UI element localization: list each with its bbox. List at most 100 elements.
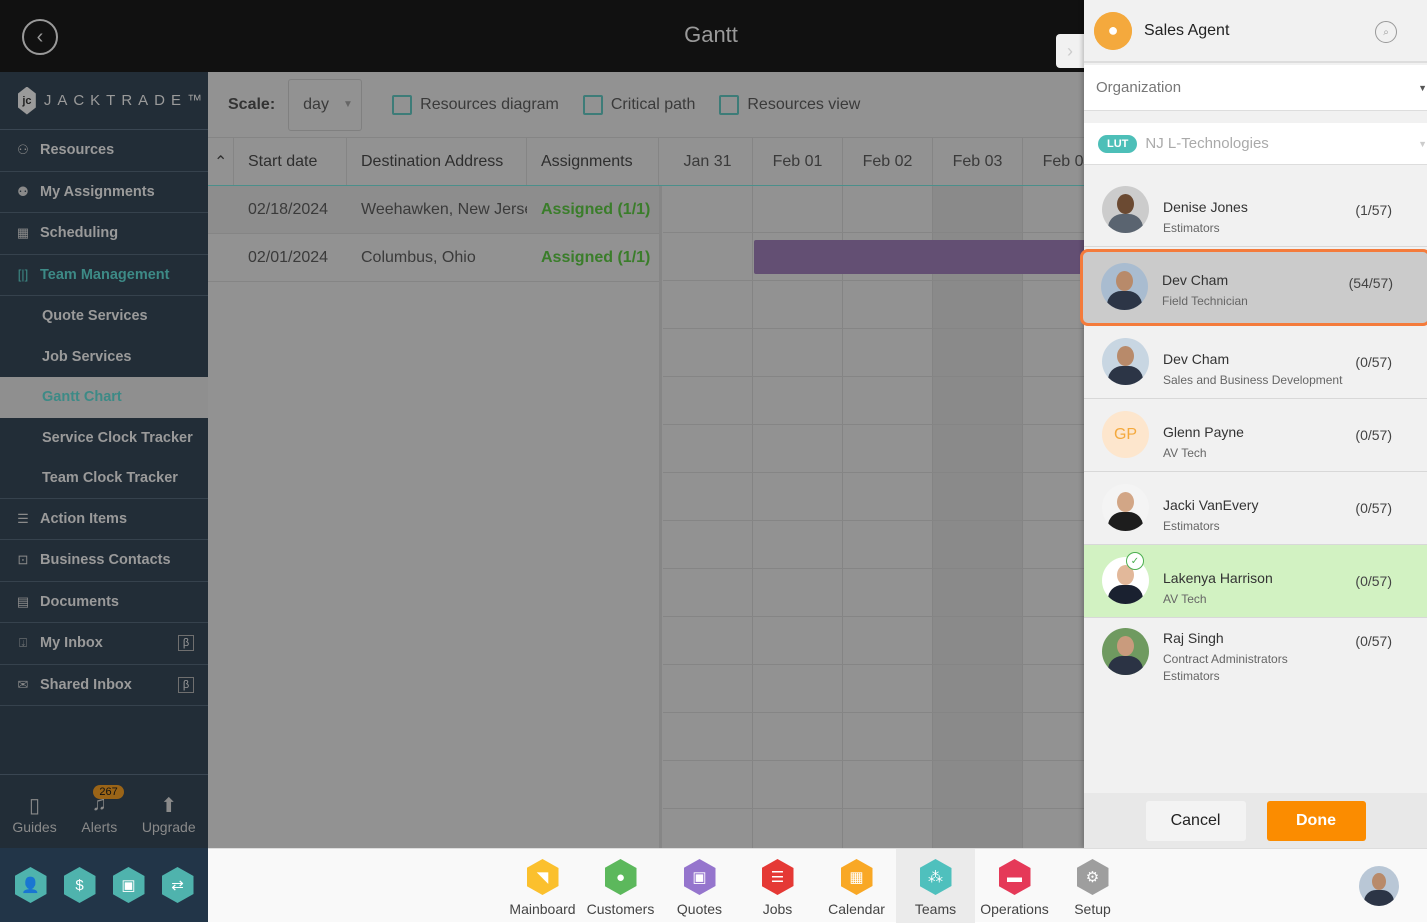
- done-button[interactable]: Done: [1266, 800, 1366, 841]
- checkbox-box: [719, 94, 740, 115]
- people-list: Denise Jones Estimators (1/57) Dev Cham …: [1080, 174, 1427, 698]
- contact-book-icon: ⊡: [17, 552, 29, 568]
- critical-path-checkbox[interactable]: Critical path: [582, 94, 695, 115]
- gantt-main: Scale: day ▼ Resources diagram Critical p…: [208, 72, 1113, 848]
- cancel-button[interactable]: Cancel: [1145, 800, 1246, 841]
- assignment-status-link[interactable]: Assigned (1/1): [541, 234, 650, 281]
- company-select[interactable]: LUT NJ L-Technologies ▼: [1084, 123, 1427, 165]
- checkbox-box: [392, 94, 413, 115]
- alerts-button[interactable]: 267 ♫ Alerts: [81, 784, 124, 835]
- app-bar: ◥ Mainboard ● Customers ▣ Quotes ☰ Jobs ▦ Cal…: [208, 848, 1427, 923]
- caret-down-icon: ▼: [1418, 138, 1427, 149]
- person-count: (54/57): [1348, 275, 1393, 291]
- app-label: Setup: [1074, 901, 1111, 917]
- briefcase-icon: ▬: [998, 859, 1031, 895]
- column-header-assignments[interactable]: Assignments: [527, 138, 659, 185]
- sidebar-item-label: Business Contacts: [40, 552, 171, 569]
- app-quotes[interactable]: ▣ Quotes: [660, 849, 739, 923]
- sidebar-item-my-inbox[interactable]: ⍗ My Inbox β: [0, 623, 208, 665]
- timeline-row: [663, 378, 1084, 425]
- person-name: Dev Cham: [1163, 351, 1230, 367]
- sidebar-subitem-job-services[interactable]: Job Services: [0, 337, 208, 378]
- alerts-count-badge: 267: [93, 784, 124, 799]
- avatar: [1101, 263, 1148, 310]
- panel-collapse-button[interactable]: ›: [1056, 34, 1084, 68]
- user-avatar[interactable]: [1359, 866, 1399, 906]
- app-label: Quotes: [676, 901, 723, 917]
- sidebar: jc JACKTRADE™ ⚇ Resources ⚉ My Assignments…: [0, 72, 208, 848]
- sidebar-item-label: Scheduling: [40, 225, 119, 242]
- jobs-icon: ☰: [761, 859, 794, 895]
- money-icon[interactable]: ▣: [112, 867, 145, 903]
- app-operations[interactable]: ▬ Operations: [975, 849, 1054, 923]
- list-item[interactable]: GP Glenn Payne AV Tech (0/57): [1084, 399, 1427, 472]
- workflow-icon[interactable]: ⇄: [161, 867, 194, 903]
- person-count: (0/57): [1355, 573, 1392, 589]
- quotes-icon: ▣: [683, 859, 716, 895]
- book-icon: ▯: [29, 794, 41, 817]
- table-row[interactable]: 02/18/2024 Weehawken, New Jersey Assigne…: [208, 186, 661, 234]
- app-jobs[interactable]: ☰ Jobs: [738, 849, 817, 923]
- resources-diagram-checkbox[interactable]: Resources diagram: [392, 94, 559, 115]
- gantt-task-bar[interactable]: [754, 240, 1084, 274]
- person-count: (0/57): [1355, 427, 1392, 443]
- column-header-destination[interactable]: Destination Address: [347, 138, 527, 185]
- assignment-status-link[interactable]: Assigned (1/1): [541, 186, 650, 233]
- list-item[interactable]: Jacki VanEvery Estimators (0/57): [1084, 472, 1427, 545]
- sidebar-item-resources[interactable]: ⚇ Resources: [0, 130, 208, 172]
- list-item-highlighted[interactable]: Dev Cham Field Technician (54/57): [1080, 249, 1427, 326]
- grid-splitter-handle[interactable]: [659, 186, 662, 848]
- person-role: Field Technician: [1162, 294, 1248, 308]
- table-row[interactable]: 02/01/2024 Columbus, Ohio Assigned (1/1): [208, 234, 661, 282]
- sidebar-item-documents[interactable]: ▤ Documents: [0, 582, 208, 623]
- sidebar-subitem-gantt-chart[interactable]: Gantt Chart: [0, 377, 208, 418]
- gantt-toolbar: Scale: day ▼ Resources diagram Critical p…: [208, 72, 1084, 138]
- sidebar-item-my-assignments[interactable]: ⚉ My Assignments: [0, 172, 208, 213]
- arrow-up-icon: ⬆: [160, 794, 178, 817]
- search-icon[interactable]: ⌕: [1375, 21, 1397, 43]
- sidebar-subitem-quote-services[interactable]: Quote Services: [0, 296, 208, 337]
- upgrade-label: Upgrade: [141, 818, 196, 835]
- organization-select[interactable]: Organization ▼: [1084, 65, 1427, 111]
- timeline-row: [663, 522, 1084, 569]
- list-item[interactable]: Denise Jones Estimators (1/57): [1084, 174, 1427, 247]
- upgrade-button[interactable]: ⬆ Upgrade: [142, 793, 196, 835]
- avatar: [1102, 484, 1149, 531]
- app-setup[interactable]: ⚙ Setup: [1053, 849, 1132, 923]
- guides-label: Guides: [12, 818, 57, 835]
- mail-icon: ✉: [17, 676, 29, 692]
- app-customers[interactable]: ● Customers: [581, 849, 660, 923]
- check-icon: ✓: [1126, 552, 1144, 570]
- scale-select[interactable]: day ▼: [288, 78, 363, 131]
- collapse-all-button[interactable]: ⌃: [208, 138, 234, 185]
- company-badge: LUT: [1098, 134, 1138, 153]
- person-name: Lakenya Harrison: [1163, 570, 1273, 586]
- app-calendar[interactable]: ▦ Calendar: [817, 849, 896, 923]
- app-teams[interactable]: ⁂ Teams: [896, 849, 975, 923]
- person-icon[interactable]: 👤: [14, 867, 47, 903]
- resources-view-checkbox[interactable]: Resources view: [719, 94, 860, 115]
- sidebar-item-label: My Inbox: [40, 635, 103, 652]
- sidebar-item-business-contacts[interactable]: ⊡ Business Contacts: [0, 540, 208, 582]
- sidebar-item-label: Team Management: [40, 266, 170, 283]
- sidebar-item-team-management[interactable]: [|] Team Management: [0, 255, 208, 296]
- list-item-selected[interactable]: ✓ Lakenya Harrison AV Tech (0/57): [1084, 545, 1427, 618]
- dollar-icon[interactable]: $: [63, 867, 96, 903]
- sidebar-item-scheduling[interactable]: ▦ Scheduling: [0, 213, 208, 255]
- list-item[interactable]: Raj Singh Contract Administrators Estimat…: [1084, 618, 1427, 698]
- guides-button[interactable]: ▯ Guides: [12, 793, 56, 835]
- person-name: Raj Singh: [1163, 630, 1224, 646]
- sidebar-subitem-team-clock-tracker[interactable]: Team Clock Tracker: [0, 458, 208, 499]
- list-item[interactable]: Dev Cham Sales and Business Development …: [1084, 326, 1427, 399]
- person-count: (0/57): [1355, 500, 1392, 516]
- person-role: Estimators: [1163, 519, 1220, 533]
- sidebar-item-action-items[interactable]: ☰ Action Items: [0, 499, 208, 540]
- calendar-icon: ▦: [840, 859, 873, 895]
- beta-badge: β: [178, 635, 194, 652]
- sidebar-footer: ▯ Guides 267 ♫ Alerts ⬆ Upgrade: [0, 774, 208, 848]
- sidebar-subitem-service-clock-tracker[interactable]: Service Clock Tracker: [0, 418, 208, 459]
- sidebar-item-shared-inbox[interactable]: ✉ Shared Inbox β: [0, 665, 208, 706]
- customer-icon: ●: [604, 859, 637, 895]
- column-header-start-date[interactable]: Start date: [234, 138, 347, 185]
- app-mainboard[interactable]: ◥ Mainboard: [503, 849, 582, 923]
